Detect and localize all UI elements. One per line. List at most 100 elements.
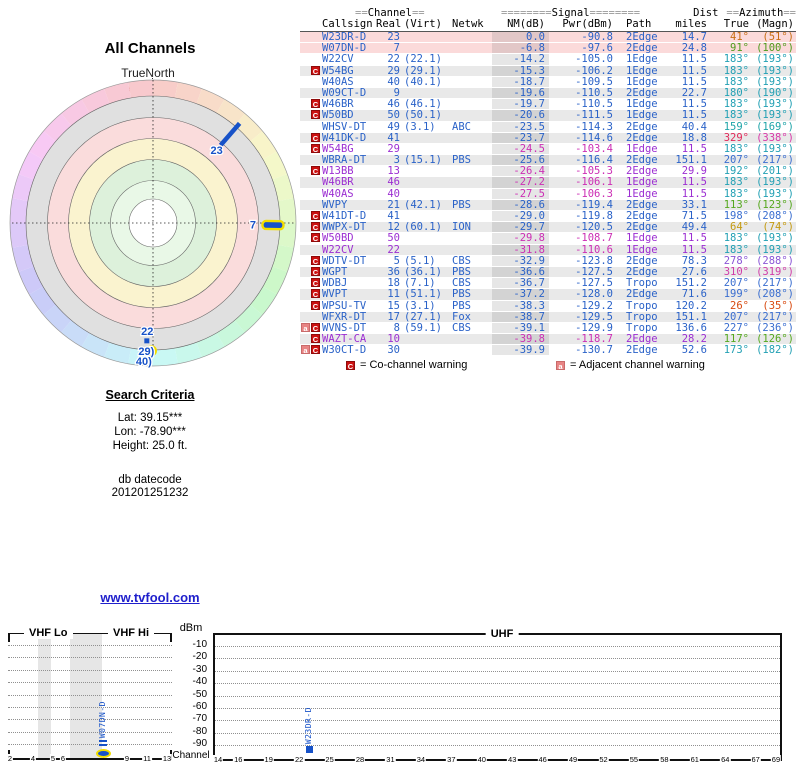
table-row: W40AS 40 (40.1) -18.7 -109.5 1Edge 11.5 … bbox=[300, 75, 796, 88]
power-cell: -109.5 bbox=[575, 75, 613, 88]
col-real: Real bbox=[376, 18, 402, 30]
co-channel-warning-icon: C bbox=[311, 222, 320, 233]
virtual-channel-cell: (42.1) bbox=[404, 198, 442, 211]
vhf-chart: VHF Lo VHF Hi 2 4 5 6 9 11 13 W07DN-D bbox=[6, 627, 173, 763]
path-cell: 2Edge bbox=[626, 131, 658, 144]
co-channel-warning-icon: C bbox=[311, 110, 320, 121]
table-row: W22CV 22 (22.1) -14.2 -105.0 1Edge 11.5 … bbox=[300, 53, 796, 66]
distance-cell: 151.1 bbox=[675, 154, 707, 167]
real-channel-cell: 18 bbox=[387, 277, 400, 290]
real-channel-cell: 7 bbox=[393, 42, 400, 55]
distance-cell: 29.9 bbox=[681, 165, 707, 178]
virtual-channel-cell bbox=[400, 133, 450, 143]
azimuth-true-cell: 183° bbox=[723, 98, 749, 111]
real-channel-cell: 50 bbox=[387, 109, 400, 122]
table-row: C W50BD 50 -29.8 -108.7 1Edge 11.5 183° … bbox=[300, 232, 796, 245]
latitude-value: Lat: 39.15*** bbox=[117, 412, 183, 424]
co-channel-warning-icon: C bbox=[346, 360, 355, 371]
signal-table-body: W23DR-D 23 0.0 -90.8 2Edge 14.7 41° (51°… bbox=[300, 31, 796, 357]
dbm-tick-label: -70 bbox=[192, 713, 207, 725]
network-cell bbox=[450, 144, 492, 154]
azimuth-magnetic-cell: (100°) bbox=[756, 42, 794, 55]
row-warning-markers: C bbox=[300, 222, 322, 232]
path-cell: 2Edge bbox=[626, 120, 658, 133]
noise-margin-cell: -39.9 bbox=[492, 345, 549, 356]
table-row: C W41DT-D 41 -29.0 -119.8 2Edge 71.5 198… bbox=[300, 210, 796, 223]
azimuth-true-cell: 183° bbox=[723, 64, 749, 77]
network-cell: PBS bbox=[452, 288, 471, 301]
co-channel-warning-icon: C bbox=[311, 233, 320, 244]
table-row: WFXR-DT 17 (27.1) Fox -38.7 -129.5 Tropo… bbox=[300, 310, 796, 323]
polar-chart-title: All Channels bbox=[104, 40, 196, 57]
azimuth-magnetic-cell: (74°) bbox=[762, 221, 794, 234]
path-cell: 1Edge bbox=[626, 142, 658, 155]
path-cell: 1Edge bbox=[626, 53, 658, 66]
azimuth-true-cell: 41° bbox=[730, 31, 749, 43]
callsign-cell: W54BG bbox=[322, 142, 354, 155]
row-warning-markers bbox=[300, 77, 322, 87]
power-cell: -129.5 bbox=[575, 310, 613, 323]
power-cell: -127.5 bbox=[575, 265, 613, 278]
azimuth-true-cell: 198° bbox=[723, 210, 749, 222]
virtual-channel-cell: (50.1) bbox=[404, 109, 442, 122]
real-channel-cell: 29 bbox=[387, 142, 400, 155]
noise-margin-cell: -29.8 bbox=[492, 233, 549, 244]
channel-tick-label: 40 bbox=[476, 755, 487, 764]
table-row: C W46BR 46 (46.1) -19.7 -110.5 1Edge 11.… bbox=[300, 98, 796, 111]
network-cell bbox=[450, 245, 492, 255]
channel-tick-label: 69 bbox=[770, 755, 782, 764]
real-channel-cell: 40 bbox=[387, 75, 400, 88]
noise-margin-cell: -38.7 bbox=[492, 311, 549, 322]
distance-cell: 33.1 bbox=[681, 198, 707, 211]
row-warning-markers bbox=[300, 88, 322, 98]
distance-cell: 11.5 bbox=[681, 142, 707, 155]
network-cell: PBS bbox=[452, 265, 471, 278]
real-channel-cell: 11 bbox=[387, 288, 400, 301]
distance-cell: 27.6 bbox=[681, 265, 707, 278]
network-cell bbox=[450, 88, 492, 98]
adjacent-channel-legend-text: = Adjacent channel warning bbox=[570, 359, 705, 371]
channel-tick-label: 43 bbox=[507, 755, 518, 764]
azimuth-magnetic-cell: (182°) bbox=[756, 344, 794, 357]
real-channel-cell: 22 bbox=[387, 53, 400, 66]
dbm-gridline bbox=[8, 719, 172, 721]
azimuth-true-cell: 117° bbox=[723, 333, 749, 346]
channel-marker-label: 7 bbox=[250, 219, 256, 231]
table-row: C W13BB 13 -26.4 -105.3 2Edge 29.9 192° … bbox=[300, 165, 796, 178]
azimuth-magnetic-cell: (208°) bbox=[756, 288, 794, 301]
channel-tick-label: 19 bbox=[263, 755, 274, 764]
power-cell: -105.3 bbox=[575, 165, 613, 178]
table-row: W46BR 46 -27.2 -106.1 1Edge 11.5 183° (1… bbox=[300, 177, 796, 189]
azimuth-true-cell: 310° bbox=[723, 265, 749, 278]
virtual-channel-cell: (59.1) bbox=[404, 321, 442, 334]
dbm-gridline bbox=[8, 731, 172, 733]
network-cell bbox=[450, 166, 492, 176]
row-warning-markers: C bbox=[300, 289, 322, 299]
callsign-cell: W22CV bbox=[322, 53, 354, 66]
table-row: C WDBJ 18 (7.1) CBS -36.7 -127.5 Tropo 1… bbox=[300, 277, 796, 290]
channel-marker-label: 22 bbox=[141, 326, 153, 338]
real-channel-cell: 22 bbox=[387, 243, 400, 256]
noise-margin-cell: -38.3 bbox=[492, 300, 549, 311]
virtual-channel-cell bbox=[400, 166, 450, 176]
channel-tick-label: 55 bbox=[628, 755, 640, 764]
row-warning-markers: C bbox=[300, 266, 322, 277]
real-channel-cell: 50 bbox=[387, 232, 400, 245]
row-warning-markers: C bbox=[300, 211, 322, 221]
row-warning-markers: C bbox=[300, 166, 322, 176]
row-warning-markers bbox=[300, 200, 322, 210]
tvfool-link[interactable]: www.tvfool.com bbox=[100, 590, 199, 605]
real-channel-cell: 13 bbox=[387, 165, 400, 178]
real-channel-cell: 41 bbox=[387, 210, 400, 222]
dbm-tick-label: -50 bbox=[192, 688, 207, 700]
vhf-hi-band-label: VHF Hi bbox=[108, 627, 155, 639]
azimuth-magnetic-cell: (201°) bbox=[756, 165, 794, 178]
virtual-channel-cell: (46.1) bbox=[404, 98, 442, 111]
warning-legend: C = Co-channel warning a = Adjacent chan… bbox=[300, 359, 796, 373]
callsign-cell: W41DK-D bbox=[322, 131, 367, 144]
network-cell bbox=[450, 233, 492, 243]
table-row: C WAZT-CA 10 -39.8 -118.7 2Edge 28.2 117… bbox=[300, 333, 796, 346]
dbm-tick-label: -40 bbox=[192, 676, 207, 688]
channel-marker-label: 23 bbox=[210, 145, 222, 157]
distance-cell: 120.2 bbox=[675, 299, 707, 312]
